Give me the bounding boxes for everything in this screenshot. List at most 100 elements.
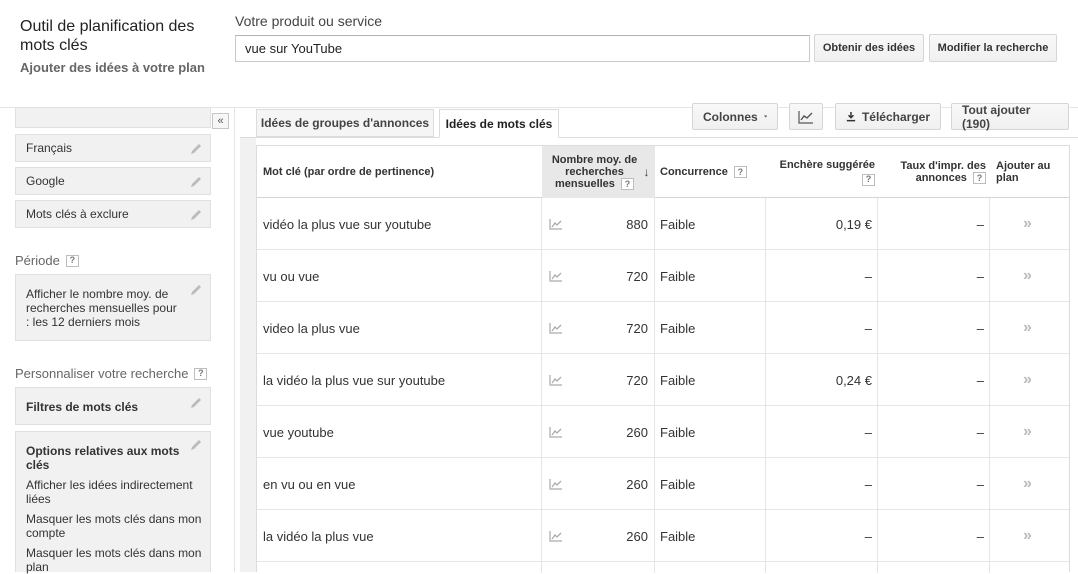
competition-cell: Faible — [660, 216, 696, 232]
keyword-options-setting[interactable]: Options relatives aux mots clés Afficher… — [15, 431, 211, 574]
add-to-plan-icon[interactable]: » — [1023, 406, 1043, 458]
keyword-cell: vu ou vue — [263, 268, 320, 284]
add-to-plan-icon[interactable]: » — [1023, 354, 1043, 406]
tab-keyword-ideas[interactable]: Idées de mots clés — [439, 109, 559, 138]
keyword-ideas-table: Mot clé (par ordre de pertinence) Nombre… — [256, 145, 1070, 573]
competition-cell: Faible — [660, 320, 696, 336]
column-divider — [989, 198, 990, 573]
help-icon[interactable]: ? — [65, 254, 79, 267]
table-row: video la plus vue 720 Faible – – » — [257, 302, 1069, 354]
tab-ad-group-ideas[interactable]: Idées de groupes d'annonces — [256, 109, 434, 137]
table-row: la vidéo la plus vue sur youtube 720 Fai… — [257, 354, 1069, 406]
table-gutter — [240, 138, 256, 572]
pencil-icon[interactable] — [189, 438, 203, 452]
pencil-icon[interactable] — [189, 175, 203, 189]
trend-icon[interactable] — [549, 406, 563, 458]
trend-icon[interactable] — [549, 302, 563, 354]
trend-icon[interactable] — [549, 510, 563, 562]
help-icon[interactable]: ? — [973, 172, 986, 185]
searches-cell: 880 — [626, 216, 648, 232]
searches-cell: 720 — [626, 320, 648, 336]
add-all-button[interactable]: Tout ajouter (190) — [951, 103, 1069, 131]
page-title: Outil de planification des mots clés — [20, 18, 195, 54]
pencil-icon[interactable] — [189, 208, 203, 222]
help-icon[interactable]: ? — [194, 367, 208, 380]
download-button[interactable]: Télécharger — [835, 103, 941, 130]
keyword-options-title: Options relatives aux mots clés — [26, 444, 180, 472]
download-label: Télécharger — [861, 109, 930, 124]
page-subtitle[interactable]: Ajouter des idées à votre plan — [20, 60, 205, 75]
sort-arrow-icon: ↓ — [643, 165, 650, 179]
keyword-filters-setting[interactable]: Filtres de mots clés — [15, 387, 211, 425]
network-label: Google — [26, 174, 65, 188]
bid-cell: 0,19 € — [835, 216, 872, 232]
pencil-icon[interactable] — [189, 142, 203, 156]
keyword-cell: la vidéo la plus vue — [263, 528, 374, 544]
header-keyword[interactable]: Mot clé (par ordre de pertinence) — [263, 146, 543, 198]
header-suggested-bid[interactable]: Enchère suggérée ? — [767, 146, 875, 198]
keyword-cell: vidéo la plus vue sur youtube — [263, 216, 432, 232]
language-setting[interactable]: Français — [15, 134, 211, 162]
table-row: vue youtube 260 Faible – – » — [257, 406, 1069, 458]
competition-cell: Faible — [660, 268, 696, 284]
trend-icon[interactable] — [549, 250, 563, 302]
searches-cell: 260 — [626, 528, 648, 544]
add-to-plan-icon[interactable]: » — [1023, 250, 1043, 302]
column-divider — [877, 198, 878, 573]
table-header: Mot clé (par ordre de pertinence) Nombre… — [257, 146, 1069, 198]
column-divider — [765, 198, 766, 573]
help-icon[interactable]: ? — [620, 178, 634, 191]
header-competition-label: Concurrence — [660, 166, 728, 178]
customize-section-label: Personnaliser votre recherche ? — [15, 366, 208, 381]
competition-cell: Faible — [660, 372, 696, 388]
trend-icon[interactable] — [549, 458, 563, 510]
bid-cell: – — [864, 268, 872, 284]
trend-icon[interactable] — [549, 354, 563, 406]
table-row: la vidéo la plus vue 260 Faible – – » — [257, 510, 1069, 562]
header-competition[interactable]: Concurrence ? — [660, 146, 765, 198]
option-hide-plan-keywords: Masquer les mots clés dans mon plan — [26, 546, 202, 574]
option-indirect-ideas: Afficher les idées indirectement liées — [26, 478, 193, 506]
product-input[interactable] — [235, 35, 810, 62]
modify-search-button[interactable]: Modifier la recherche — [929, 34, 1057, 62]
competition-cell: Faible — [660, 476, 696, 492]
share-cell: – — [976, 476, 984, 492]
tabs-baseline — [240, 137, 1078, 138]
searches-cell: 260 — [626, 476, 648, 492]
header-avg-searches[interactable]: Nombre moy. de recherches mensuelles ? ↓ — [542, 146, 655, 198]
negative-keywords-label: Mots clés à exclure — [26, 207, 129, 221]
searches-cell: 260 — [626, 424, 648, 440]
negative-keywords-setting[interactable]: Mots clés à exclure — [15, 200, 211, 228]
searches-cell: 720 — [626, 372, 648, 388]
header-impression-share[interactable]: Taux d'impr. des annonces ? — [879, 146, 986, 198]
sidebar-separator — [234, 107, 235, 572]
keyword-cell: la vidéo la plus vue sur youtube — [263, 372, 446, 388]
pencil-icon[interactable] — [189, 396, 203, 410]
option-hide-account-keywords: Masquer les mots clés dans mon compte — [26, 512, 202, 540]
period-setting[interactable]: Afficher le nombre moy. de recherches me… — [15, 274, 211, 341]
add-to-plan-icon[interactable]: » — [1023, 510, 1043, 562]
share-cell: – — [976, 528, 984, 544]
period-text: Afficher le nombre moy. de recherches me… — [26, 287, 177, 329]
keyword-filters-label: Filtres de mots clés — [26, 400, 139, 414]
add-to-plan-icon[interactable]: » — [1023, 302, 1043, 354]
network-setting[interactable]: Google — [15, 167, 211, 195]
trend-icon[interactable] — [549, 198, 563, 250]
competition-cell: Faible — [660, 424, 696, 440]
help-icon[interactable]: ? — [862, 173, 875, 186]
pencil-icon[interactable] — [189, 283, 203, 297]
add-to-plan-icon[interactable]: » — [1023, 198, 1043, 250]
product-label: Votre produit ou service — [235, 13, 383, 29]
get-ideas-button[interactable]: Obtenir des idées — [814, 34, 924, 62]
bid-cell: – — [864, 320, 872, 336]
collapse-sidebar-button[interactable]: « — [212, 113, 229, 129]
period-label: Période — [15, 253, 60, 268]
columns-label: Colonnes — [703, 109, 758, 124]
columns-button[interactable]: Colonnes — [692, 103, 778, 130]
table-row: vidéo la plus vue sur youtube 880 Faible… — [257, 198, 1069, 250]
keyword-cell: en vu ou en vue — [263, 476, 356, 492]
add-to-plan-icon[interactable]: » — [1023, 458, 1043, 510]
chart-button[interactable] — [789, 103, 823, 130]
targeting-box-top — [15, 107, 211, 128]
help-icon[interactable]: ? — [733, 166, 747, 178]
